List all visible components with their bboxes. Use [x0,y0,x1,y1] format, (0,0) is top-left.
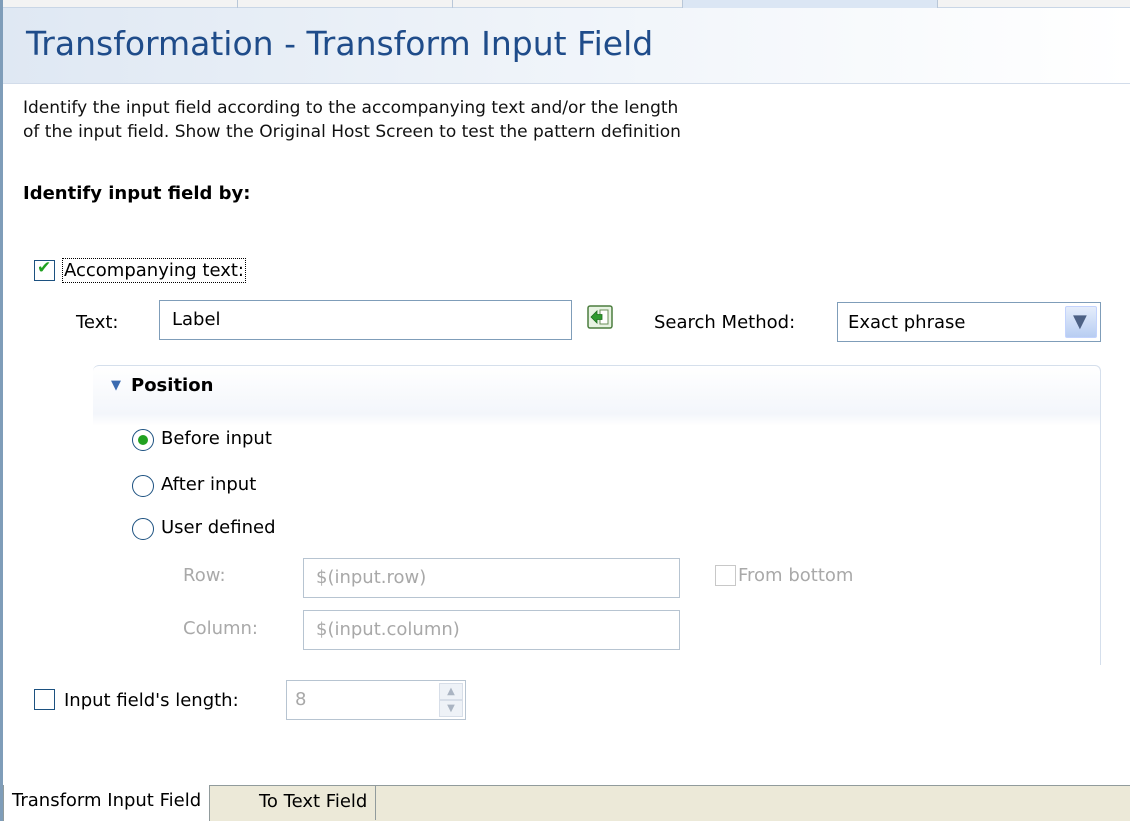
spinner-up-icon[interactable]: ▲ [439,683,463,700]
radio-user-defined-label[interactable]: User defined [161,517,276,538]
spinner-buttons: ▲ ▼ [439,683,463,717]
input-length-checkbox[interactable] [34,689,55,710]
column-label: Column: [183,618,258,639]
from-bottom-label: From bottom [738,565,854,586]
radio-before-input[interactable] [132,429,154,451]
radio-before-input-label[interactable]: Before input [161,428,272,449]
window-left-border [0,0,3,821]
radio-after-input-label[interactable]: After input [161,474,256,495]
section-heading: Identify input field by: [23,183,251,204]
input-length-spinner[interactable]: 8 ▲ ▼ [286,680,466,720]
editor-tab[interactable] [3,0,238,8]
bottom-tab-bar: Transform Input Field To Text Field [3,785,1130,821]
dropdown-button[interactable]: ▼ [1065,306,1097,338]
search-method-label: Search Method: [654,312,796,333]
position-section-toggle[interactable]: ▼ Position [111,375,213,396]
search-method-select[interactable]: Exact phrase ▼ [837,302,1101,342]
input-length-label[interactable]: Input field's length: [64,690,239,711]
chevron-down-icon: ▼ [1073,311,1087,332]
text-label: Text: [76,312,119,333]
page-description: Identify the input field according to th… [23,96,681,144]
triangle-down-icon: ▼ [111,378,121,393]
form-title-bar: Transformation - Transform Input Field [3,8,1130,84]
search-method-value: Exact phrase [848,312,966,333]
checkmark-icon: ✔ [37,258,52,278]
row-label: Row: [183,565,226,586]
page-title: Transformation - Transform Input Field [26,24,654,63]
spinner-down-icon[interactable]: ▼ [439,700,463,717]
editor-tab-active[interactable] [683,0,938,8]
insert-variable-icon[interactable] [587,305,613,329]
description-line: Identify the input field according to th… [23,98,679,118]
from-bottom-checkbox[interactable] [715,565,736,586]
radio-selected-dot [138,435,148,445]
radio-user-defined[interactable] [132,518,154,540]
radio-after-input[interactable] [132,475,154,497]
tab-to-text-field[interactable]: To Text Field [251,786,377,820]
text-input[interactable]: Label [159,300,572,340]
description-line: of the input field. Show the Original Ho… [23,122,681,142]
row-input[interactable]: $(input.row) [303,558,680,598]
position-header-label: Position [131,375,214,396]
tab-transform-input-field[interactable]: Transform Input Field [3,785,211,821]
editor-tab[interactable] [453,0,683,8]
editor-tab[interactable] [238,0,453,8]
input-length-value: 8 [295,689,307,710]
accompanying-text-checkbox[interactable]: ✔ [34,258,55,281]
accompanying-text-label[interactable]: Accompanying text: [62,258,246,283]
column-input[interactable]: $(input.column) [303,610,680,650]
editor-tab-strip [3,0,1130,8]
